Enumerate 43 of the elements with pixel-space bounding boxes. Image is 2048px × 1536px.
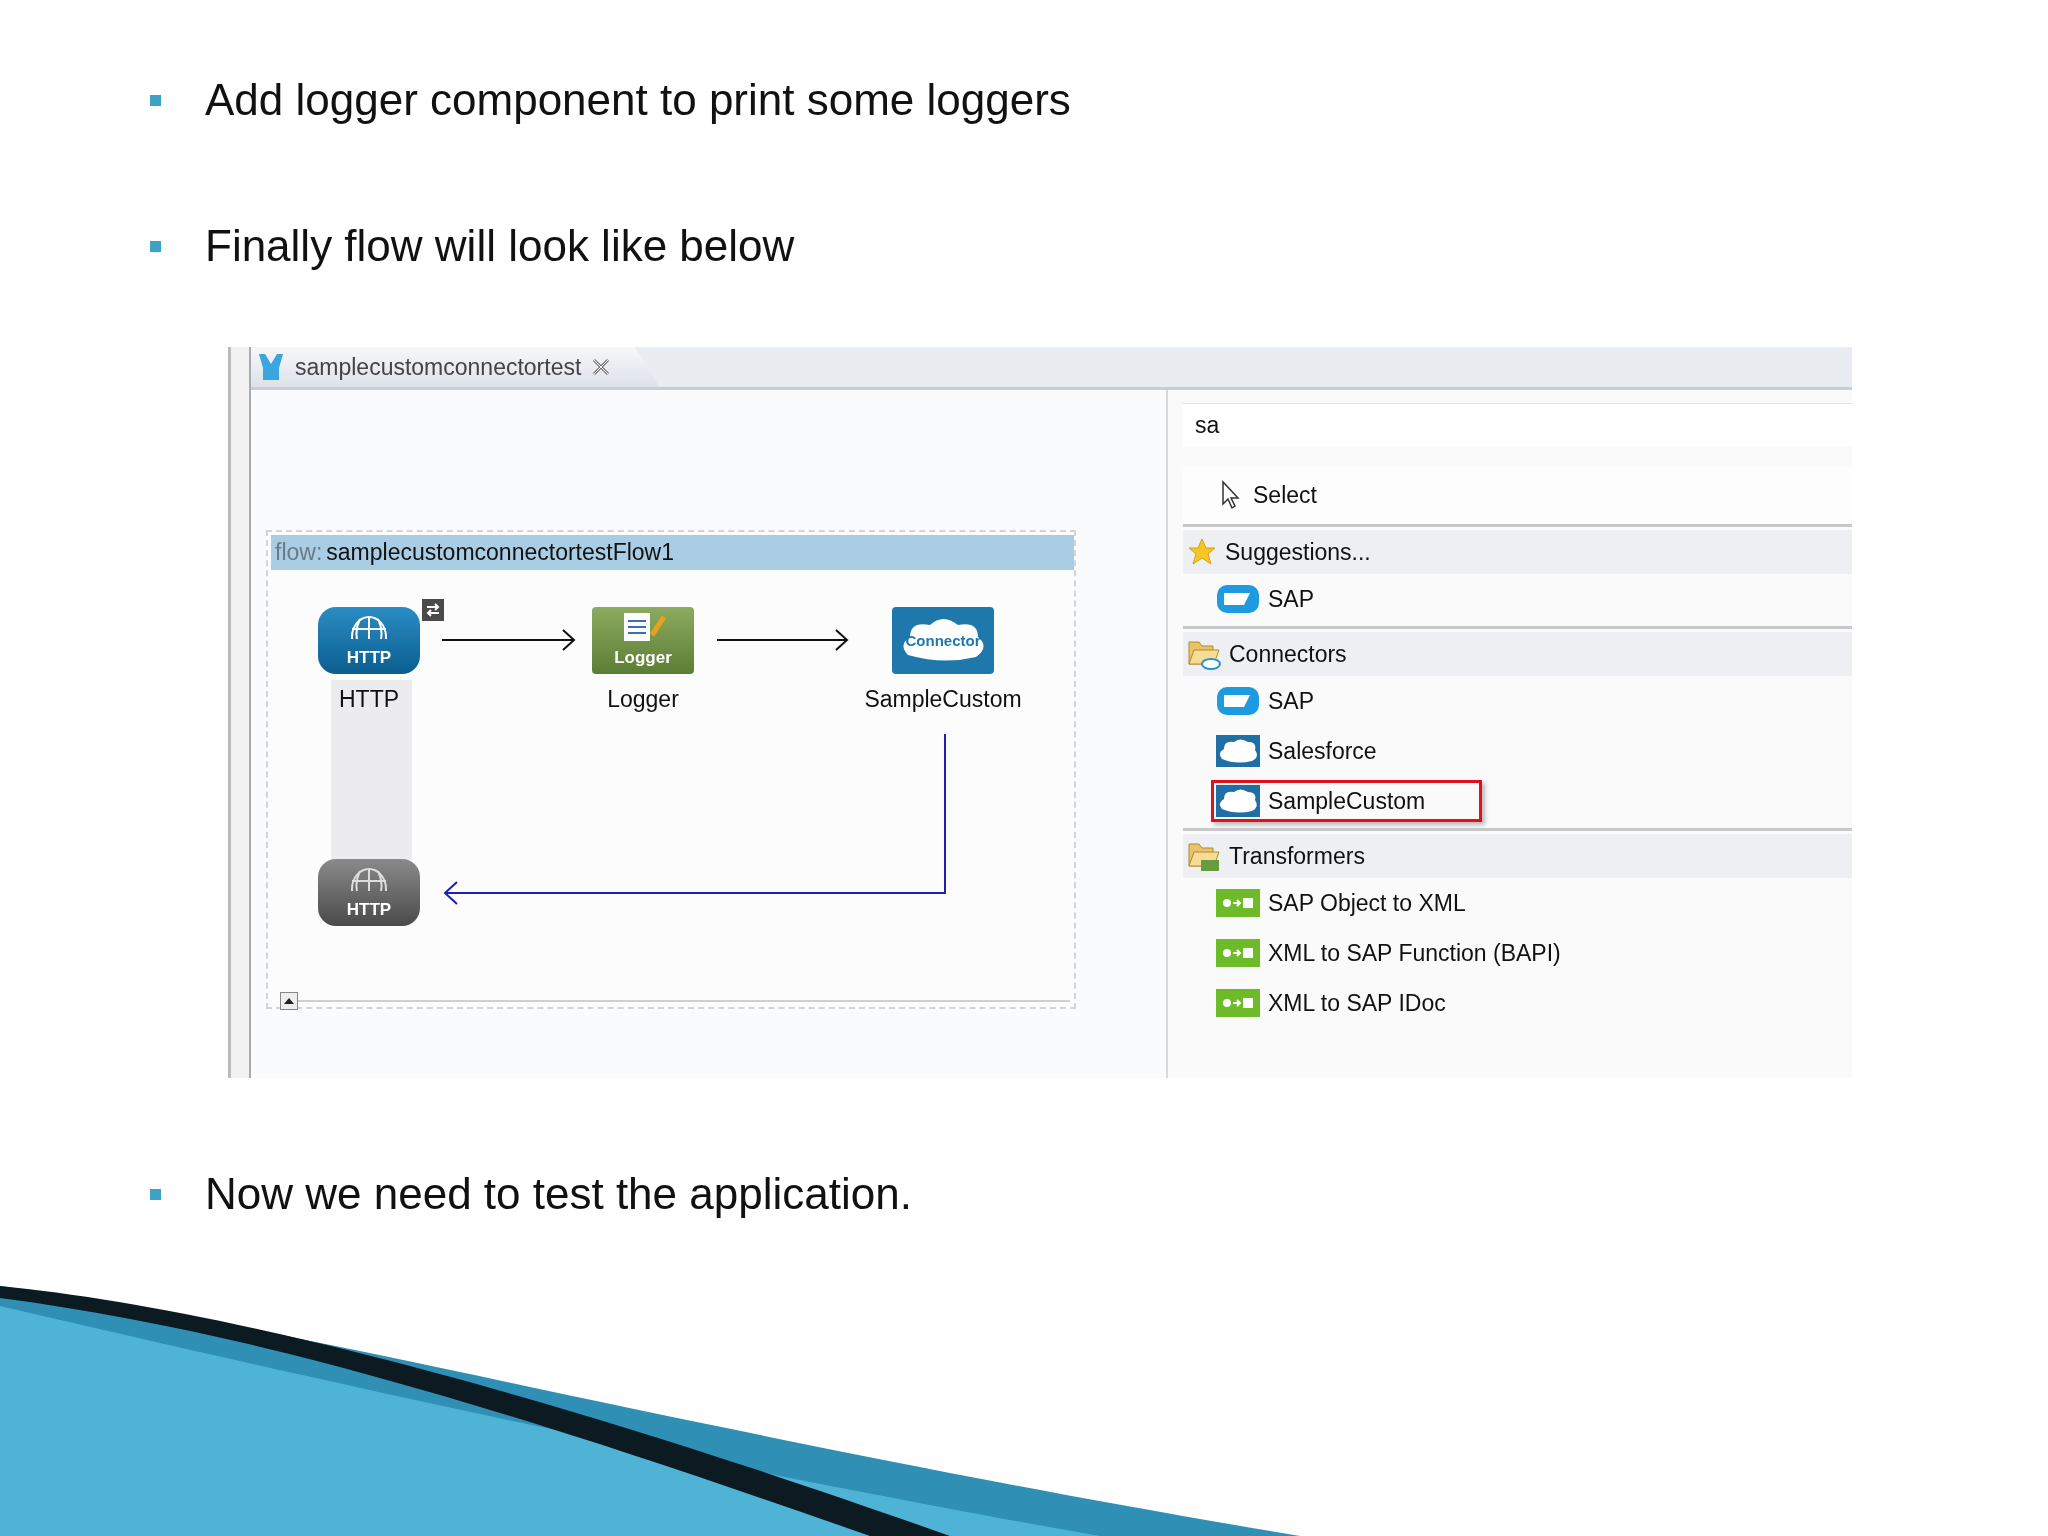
palette-item[interactable]: XML to SAP Function (BAPI)	[1211, 934, 1618, 972]
editor-tab[interactable]: samplecustomconnectortest	[251, 347, 660, 387]
sap-logo-icon	[1216, 584, 1260, 614]
transformer-icon	[1216, 989, 1260, 1017]
node-label: Logger	[607, 686, 679, 713]
star-icon	[1187, 537, 1217, 567]
sap-logo-icon	[1216, 686, 1260, 716]
bullet-icon	[150, 94, 161, 106]
palette-section-header[interactable]: Transformers	[1183, 834, 1852, 878]
close-icon[interactable]	[591, 357, 612, 377]
node-label: HTTP	[338, 686, 400, 713]
palette-item[interactable]: SampleCustom	[1211, 780, 1483, 822]
cursor-icon	[1221, 480, 1241, 510]
exchange-icon	[422, 599, 444, 621]
palette-item[interactable]: XML to SAP IDoc	[1211, 984, 1503, 1022]
response-http-node[interactable]: HTTP	[318, 859, 420, 926]
transformer-icon	[1216, 939, 1260, 967]
palette-section-header[interactable]: Connectors	[1183, 632, 1852, 676]
globe-icon	[349, 867, 389, 891]
logger-node[interactable]: Logger	[592, 607, 694, 674]
http-node[interactable]: HTTP	[318, 607, 420, 674]
bullet-text: Finally flow will look like below	[205, 221, 795, 271]
search-field[interactable]: sa	[1183, 403, 1852, 446]
cloud-icon	[1216, 735, 1260, 767]
node-label: SampleCustom	[864, 686, 1022, 713]
bullet-icon	[150, 240, 161, 252]
folder-icon	[1187, 638, 1221, 670]
bullet-icon	[150, 1188, 161, 1200]
palette-section-header[interactable]: Suggestions...	[1183, 530, 1852, 574]
flow-header: flow: samplecustomconnectortestFlow1	[271, 535, 1074, 570]
palette-item[interactable]: Salesforce	[1211, 730, 1434, 772]
bullet-text: Now we need to test the application.	[205, 1169, 912, 1219]
transformer-icon	[1216, 889, 1260, 917]
globe-icon	[349, 615, 389, 639]
mule-icon	[257, 352, 285, 382]
palette-item[interactable]: SAP Object to XML	[1211, 884, 1523, 922]
bullet-text: Add logger component to print some loggers	[205, 75, 1071, 125]
cloud-icon	[1216, 785, 1260, 817]
palette-item[interactable]: SAP	[1211, 681, 1372, 721]
scroll-up-button[interactable]	[280, 992, 298, 1010]
connector-node[interactable]: Connector	[892, 607, 994, 674]
folder-icon	[1187, 840, 1221, 872]
palette-item[interactable]: SAP	[1211, 579, 1372, 619]
